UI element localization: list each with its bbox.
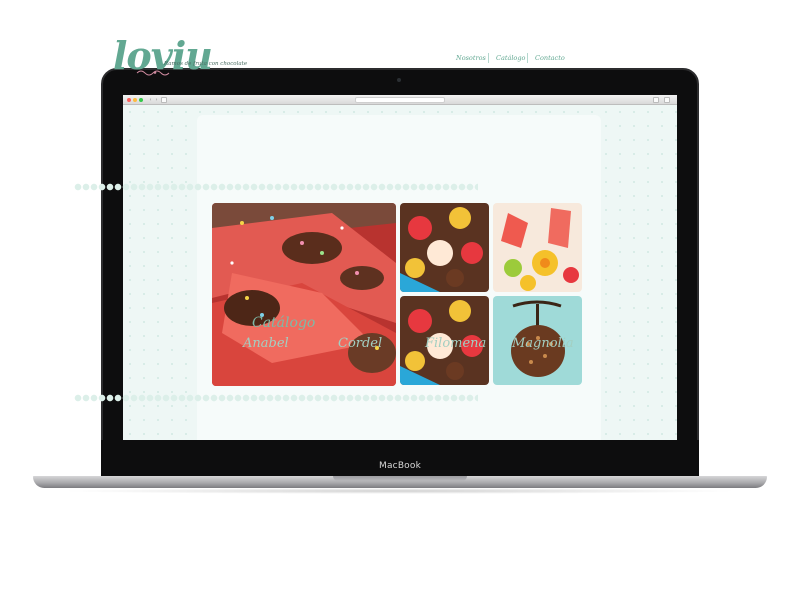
zoom-window-button[interactable]	[139, 98, 143, 102]
photo-fruit-bouquet-1[interactable]	[400, 203, 489, 292]
hero-photo-watermelon[interactable]	[212, 203, 396, 386]
back-icon[interactable]: ‹	[148, 97, 153, 103]
site-tagline: Ramos de fruta con chocolate	[164, 61, 248, 67]
minimize-window-button[interactable]	[133, 98, 137, 102]
forward-icon[interactable]: ›	[154, 97, 159, 103]
tabs-icon[interactable]	[664, 97, 670, 103]
catalog-item-anabel[interactable]: Anabel	[243, 336, 289, 351]
lace-divider	[74, 183, 478, 191]
laptop-mockup: ‹ › loviu Ramos de fruta con chocolate N…	[0, 0, 800, 600]
browser-toolbar: ‹ ›	[123, 95, 677, 105]
catalog-item-magnolia[interactable]: Magnolia	[512, 336, 574, 351]
share-icon[interactable]	[653, 97, 659, 103]
lace-divider	[74, 394, 478, 402]
webcam	[397, 78, 401, 82]
nav-divider	[488, 53, 489, 63]
catalog-item-cordel[interactable]: Cordel	[338, 336, 382, 351]
ornament-icon	[136, 70, 170, 76]
laptop-shadow	[60, 488, 740, 494]
close-window-button[interactable]	[127, 98, 131, 102]
laptop-notch	[333, 476, 467, 481]
catalog-item-filomena[interactable]: Filomena	[425, 336, 486, 351]
nav-catalogo[interactable]: Catálogo	[496, 54, 525, 62]
device-brand-label: MacBook	[378, 461, 422, 471]
address-bar[interactable]	[355, 97, 445, 103]
sidebar-icon[interactable]	[161, 97, 167, 103]
nav-contacto[interactable]: Contacto	[535, 54, 565, 62]
photo-fruit-pops[interactable]	[493, 203, 582, 292]
catalog-heading: Catálogo	[252, 315, 316, 331]
nav-nosotros[interactable]: Nosotros	[456, 54, 486, 62]
nav-divider	[527, 53, 528, 63]
